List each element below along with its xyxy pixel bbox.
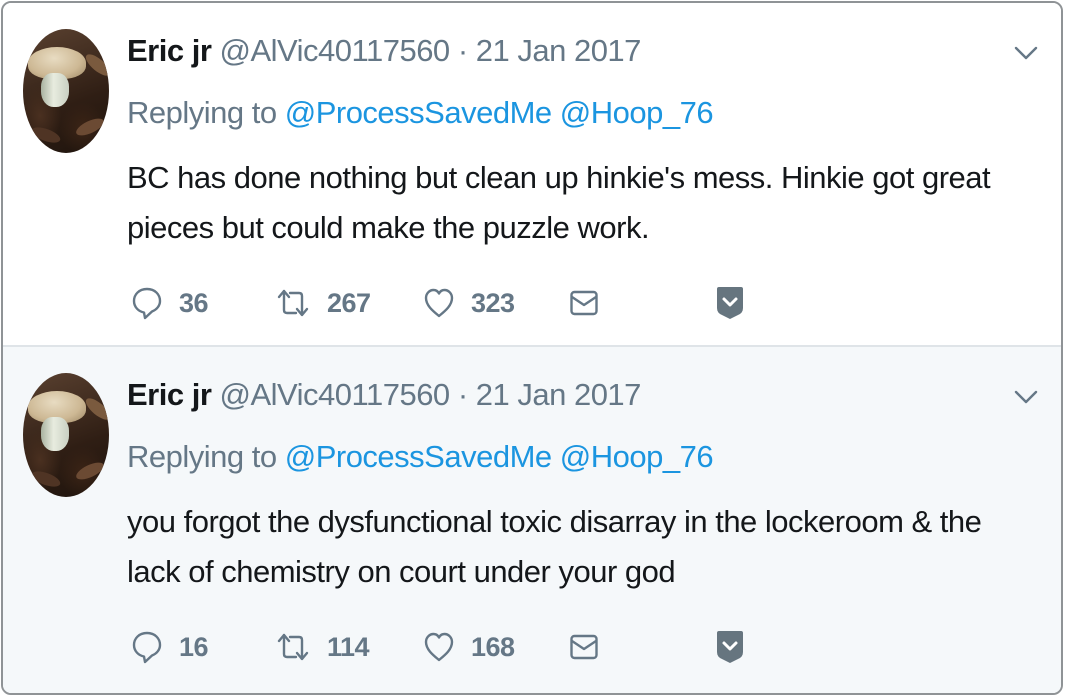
retweet-icon [275,632,311,662]
avatar[interactable] [23,29,109,153]
direct-message-button[interactable] [569,627,599,667]
separator: · [457,33,468,68]
chevron-down-icon[interactable] [1013,385,1039,409]
like-count: 168 [471,631,515,662]
display-name[interactable]: Eric jr [127,377,212,412]
retweet-count: 114 [327,631,370,662]
tweet-actions: 36 267 323 [131,283,771,323]
tweet-text: you forgot the dysfunctional toxic disar… [127,504,982,589]
save-badge-icon [715,286,745,320]
tweet-date[interactable]: 21 Jan 2017 [476,377,642,412]
separator: · [457,377,468,412]
heart-icon [423,631,455,663]
user-handle[interactable]: @AlVic40117560 [220,377,451,412]
reply-handle-link[interactable]: @ProcessSavedMe [285,439,552,474]
save-button[interactable] [715,283,745,323]
replying-to-line: Replying to @ProcessSavedMe @Hoop_76 [127,95,714,131]
envelope-icon [569,632,599,662]
reply-handle-link[interactable]: @Hoop_76 [560,439,714,474]
tweet[interactable]: Eric jr @AlVic40117560 · 21 Jan 2017 Rep… [3,3,1061,345]
retweet-icon [275,288,311,318]
envelope-icon [569,288,599,318]
tweet-actions: 16 114 168 [131,627,771,667]
save-badge-icon [715,630,745,664]
tweet-text: BC has done nothing but clean up hinkie'… [127,160,991,245]
tweet-date[interactable]: 21 Jan 2017 [476,33,642,68]
heart-icon [423,287,455,319]
reply-handle-link[interactable]: @ProcessSavedMe [285,95,552,130]
tweet-header: Eric jr @AlVic40117560 · 21 Jan 2017 [127,377,641,413]
reply-count: 36 [179,287,209,318]
user-handle[interactable]: @AlVic40117560 [220,33,451,68]
chevron-down-icon[interactable] [1013,41,1039,65]
reply-count: 16 [179,631,209,662]
replying-to-line: Replying to @ProcessSavedMe @Hoop_76 [127,439,714,475]
retweet-count: 267 [327,287,371,318]
reply-button[interactable]: 16 [131,627,209,667]
retweet-button[interactable]: 114 [275,627,370,667]
replying-to-label: Replying to [127,439,277,474]
retweet-button[interactable]: 267 [275,283,371,323]
reply-icon [131,286,163,320]
direct-message-button[interactable] [569,283,599,323]
tweet[interactable]: Eric jr @AlVic40117560 · 21 Jan 2017 Rep… [3,345,1061,693]
reply-icon [131,630,163,664]
reply-handle-link[interactable]: @Hoop_76 [560,95,714,130]
like-button[interactable]: 168 [423,627,515,667]
avatar[interactable] [23,373,109,497]
display-name[interactable]: Eric jr [127,33,212,68]
replying-to-label: Replying to [127,95,277,130]
save-button[interactable] [715,627,745,667]
tweet-header: Eric jr @AlVic40117560 · 21 Jan 2017 [127,33,641,69]
tweet-thread: Eric jr @AlVic40117560 · 21 Jan 2017 Rep… [1,1,1063,695]
reply-button[interactable]: 36 [131,283,209,323]
like-button[interactable]: 323 [423,283,515,323]
like-count: 323 [471,287,515,318]
